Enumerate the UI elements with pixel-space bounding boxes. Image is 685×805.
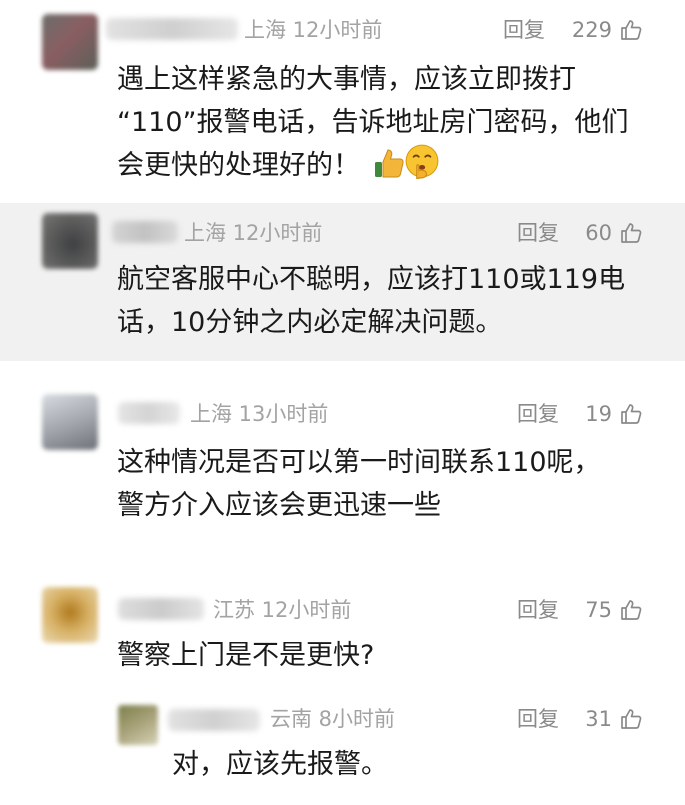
comment-item: 上海 12小时前 回复 60 航空客服中心不聪明，应该打110或119电 话，1…	[0, 203, 685, 361]
reply-button[interactable]: 回复	[517, 706, 559, 732]
like-thumb-icon[interactable]	[619, 598, 643, 622]
comment-text-line: 航空客服中心不聪明，应该打110或119电	[117, 264, 626, 295]
comment-text-line: 话，10分钟之内必定解决问题。	[117, 307, 503, 338]
comment-text-line: “110”报警电话，告诉地址房门密码，他们	[117, 107, 629, 138]
like-thumb-icon[interactable]	[619, 402, 643, 426]
like-thumb-icon[interactable]	[619, 221, 643, 245]
comment-item: 上海 13小时前 回复 19 这种情况是否可以第一时间联系110呢， 警方介入应…	[0, 362, 685, 567]
like-count: 75	[585, 598, 612, 622]
like-count: 19	[585, 402, 612, 426]
avatar[interactable]	[42, 14, 98, 70]
comment-text-line: 警察上门是不是更快?	[117, 640, 375, 671]
username-blurred[interactable]	[168, 709, 260, 731]
comment-text-line: 警方介入应该会更迅速一些	[117, 490, 441, 521]
like-count: 31	[585, 707, 612, 731]
reply-button[interactable]: 回复	[517, 401, 559, 427]
comment-location-time: 上海 13小时前	[190, 402, 329, 426]
username-blurred[interactable]	[112, 221, 178, 243]
like-thumb-icon[interactable]	[619, 707, 643, 731]
avatar[interactable]	[118, 705, 158, 745]
like-count: 229	[571, 18, 612, 42]
thumbs-up-emoji	[375, 149, 404, 178]
comment-text-line: 遇上这样紧急的大事情，应该立即拨打	[117, 64, 576, 95]
reply-button[interactable]: 回复	[517, 220, 559, 246]
reply-text: 对，应该先报警。	[172, 749, 388, 780]
comment-item: 江苏 12小时前 回复 75 警察上门是不是更快? 云南 8小时前 回复 31 …	[0, 567, 685, 805]
reply-location-time: 云南 8小时前	[270, 707, 396, 731]
avatar[interactable]	[42, 587, 98, 643]
like-count: 60	[585, 221, 612, 245]
username-blurred[interactable]	[106, 18, 238, 40]
comment-item: 上海 12小时前 回复 229 遇上这样紧急的大事情，应该立即拨打 “110”报…	[0, 0, 685, 200]
reply-button[interactable]: 回复	[517, 597, 559, 623]
shushing-face-emoji	[405, 144, 439, 179]
like-thumb-icon[interactable]	[619, 18, 643, 42]
comment-location-time: 江苏 12小时前	[213, 598, 352, 622]
avatar[interactable]	[42, 213, 98, 269]
comment-text-line: 会更快的处理好的！	[117, 150, 360, 181]
username-blurred[interactable]	[118, 598, 204, 620]
comment-location-time: 上海 12小时前	[184, 221, 323, 245]
avatar[interactable]	[42, 394, 98, 450]
reply-button[interactable]: 回复	[503, 17, 545, 43]
comment-location-time: 上海 12小时前	[244, 18, 383, 42]
comment-text-line: 这种情况是否可以第一时间联系110呢，	[117, 447, 601, 478]
sub-reply: 云南 8小时前 回复 31 对，应该先报警。	[110, 695, 685, 780]
username-blurred[interactable]	[118, 402, 180, 424]
